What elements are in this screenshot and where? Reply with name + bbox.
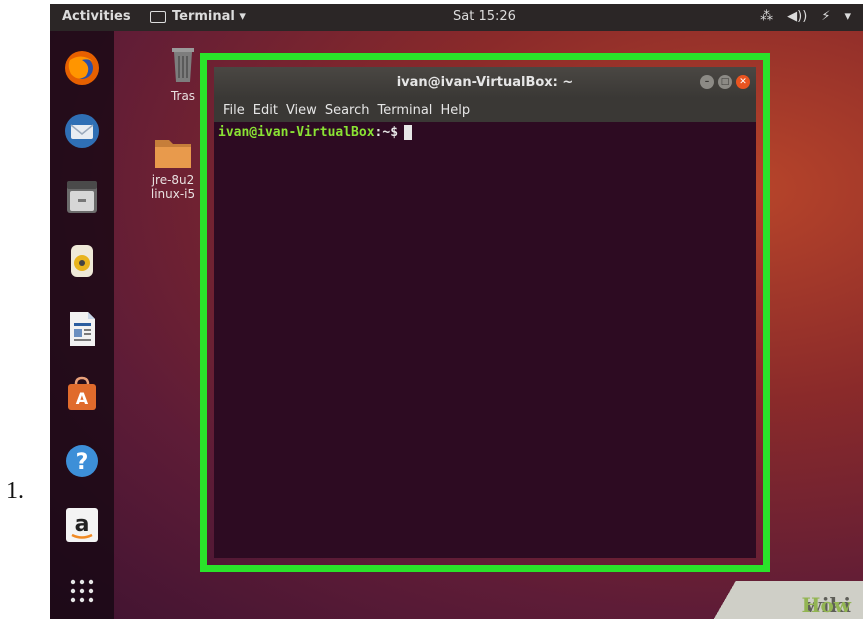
menu-file[interactable]: File xyxy=(223,103,245,118)
power-icon[interactable]: ⚡ xyxy=(821,9,830,24)
clock[interactable]: Sat 15:26 xyxy=(453,9,516,24)
prompt-path: :~$ xyxy=(374,125,399,140)
text-cursor xyxy=(404,125,413,140)
terminal-title: ivan@ivan-VirtualBox: ~ xyxy=(396,75,574,90)
app-menu[interactable]: Terminal ▾ xyxy=(150,9,246,24)
terminal-menubar: File Edit View Search Terminal Help xyxy=(214,98,756,122)
folder-desktop-icon[interactable]: jre-8u2 linux-i5 xyxy=(145,136,201,201)
folder-label-line1: jre-8u2 xyxy=(151,173,195,187)
ubuntu-desktop: Activities Terminal ▾ Sat 15:26 ⁂ ◀)) ⚡ … xyxy=(50,4,863,619)
volume-icon[interactable]: ◀)) xyxy=(787,9,807,24)
window-controls: – □ ✕ xyxy=(700,75,750,89)
top-bar: Activities Terminal ▾ Sat 15:26 ⁂ ◀)) ⚡ … xyxy=(50,4,863,31)
thunderbird-icon[interactable] xyxy=(62,111,102,151)
trash-icon xyxy=(172,48,194,82)
system-tray[interactable]: ⁂ ◀)) ⚡ ▾ xyxy=(760,9,851,24)
menu-search[interactable]: Search xyxy=(325,103,370,118)
rhythmbox-icon[interactable] xyxy=(62,241,102,281)
dock: A ? a xyxy=(50,31,114,619)
activities-button[interactable]: Activities xyxy=(62,9,131,24)
app-grid-icon[interactable] xyxy=(62,571,102,611)
chevron-down-icon[interactable]: ▾ xyxy=(844,9,851,24)
writer-icon[interactable] xyxy=(62,309,102,349)
files-icon[interactable] xyxy=(62,177,102,217)
help-icon[interactable]: ? xyxy=(62,441,102,481)
terminal-icon xyxy=(150,10,166,23)
terminal-window[interactable]: ivan@ivan-VirtualBox: ~ – □ ✕ File Edit … xyxy=(214,67,756,558)
menu-terminal[interactable]: Terminal xyxy=(377,103,432,118)
highlight-frame: ivan@ivan-VirtualBox: ~ – □ ✕ File Edit … xyxy=(200,53,770,572)
firefox-icon[interactable] xyxy=(62,48,102,88)
terminal-titlebar[interactable]: ivan@ivan-VirtualBox: ~ – □ ✕ xyxy=(214,67,756,98)
prompt-user: ivan@ivan-VirtualBox xyxy=(218,125,375,140)
folder-icon xyxy=(155,140,191,168)
maximize-button[interactable]: □ xyxy=(718,75,732,89)
network-icon[interactable]: ⁂ xyxy=(760,9,773,24)
command-prompt[interactable]: ivan@ivan-VirtualBox :~$ xyxy=(218,125,413,140)
svg-text:a: a xyxy=(75,512,90,537)
menu-help[interactable]: Help xyxy=(440,103,470,118)
wikihow-logo-how: How xyxy=(801,593,851,617)
minimize-button[interactable]: – xyxy=(700,75,714,89)
app-menu-label: Terminal ▾ xyxy=(172,9,246,24)
svg-text:A: A xyxy=(76,389,89,408)
step-number: 1. xyxy=(6,478,24,504)
wikihow-watermark: wiki How xyxy=(703,581,863,619)
amazon-icon[interactable]: a xyxy=(62,505,102,545)
svg-text:?: ? xyxy=(76,450,89,475)
menu-view[interactable]: View xyxy=(286,103,317,118)
close-button[interactable]: ✕ xyxy=(736,75,750,89)
menu-edit[interactable]: Edit xyxy=(253,103,278,118)
software-icon[interactable]: A xyxy=(62,374,102,414)
folder-label-line2: linux-i5 xyxy=(150,187,196,201)
